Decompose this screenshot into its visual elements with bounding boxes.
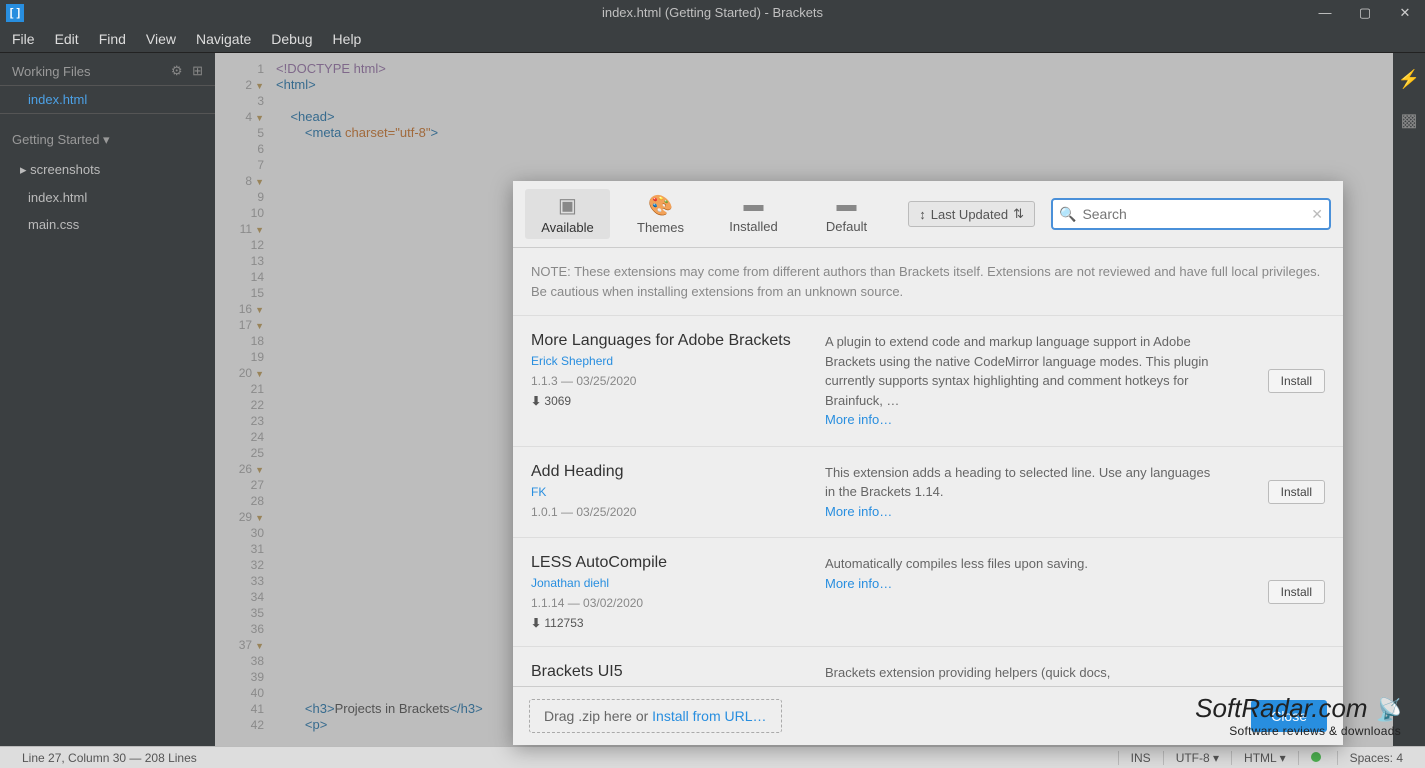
- extension-downloads: 112753: [531, 616, 811, 630]
- extension-author-link[interactable]: Jonathan diehl: [531, 576, 811, 590]
- status-language[interactable]: HTML ▾: [1231, 751, 1298, 765]
- tab-themes[interactable]: 🎨Themes: [618, 189, 703, 239]
- menu-help[interactable]: Help: [333, 31, 362, 47]
- tab-available[interactable]: ▣Available: [525, 189, 610, 239]
- app-logo-icon: [ ]: [6, 4, 24, 22]
- tab-default[interactable]: ▬Default: [804, 190, 889, 238]
- install-button[interactable]: Install: [1268, 580, 1325, 604]
- extension-row: Add Heading FK 1.0.1 — 03/25/2020 This exte…: [513, 447, 1343, 539]
- sort-button[interactable]: ↕Last Updated ⇅: [908, 201, 1035, 227]
- menu-file[interactable]: File: [12, 31, 35, 47]
- extension-description: Brackets extension providing helpers (qu…: [825, 663, 1221, 686]
- extension-description: This extension adds a heading to selecte…: [825, 463, 1221, 522]
- extension-row: More Languages for Adobe Brackets Erick S…: [513, 316, 1343, 447]
- menu-find[interactable]: Find: [99, 31, 126, 47]
- extension-manager-icon[interactable]: ▩: [1400, 110, 1417, 131]
- menu-bar: File Edit Find View Navigate Debug Help: [0, 25, 1425, 53]
- gear-icon[interactable]: ⚙: [171, 63, 183, 78]
- install-button[interactable]: Install: [1268, 480, 1325, 504]
- sort-icon: ↕: [919, 207, 926, 222]
- close-icon[interactable]: ✕: [1385, 5, 1425, 21]
- search-input[interactable]: [1082, 206, 1311, 222]
- extension-downloads: 3069: [531, 394, 811, 408]
- search-wrap[interactable]: 🔍 ✕: [1051, 198, 1331, 230]
- more-info-link[interactable]: More info…: [825, 504, 892, 519]
- lint-ok-icon: [1311, 752, 1321, 762]
- cursor-position[interactable]: Line 27, Column 30 — 208 Lines: [10, 751, 209, 765]
- drag-zone[interactable]: Drag .zip here or Install from URL…: [529, 699, 782, 733]
- extension-title: Add Heading: [531, 463, 811, 481]
- tab-installed[interactable]: ▬Installed: [711, 190, 796, 238]
- install-url-link[interactable]: Install from URL…: [652, 708, 766, 724]
- split-icon[interactable]: ⊞: [192, 63, 203, 78]
- palette-icon: 🎨: [618, 193, 703, 218]
- extension-row: Brackets UI5 Brackets extension providing…: [513, 647, 1343, 686]
- status-ins[interactable]: INS: [1118, 751, 1163, 765]
- watermark: SoftRadar.com📡 Software reviews & downlo…: [1195, 693, 1401, 738]
- extension-meta: 1.1.3 — 03/25/2020: [531, 374, 811, 388]
- minimize-icon[interactable]: —: [1305, 5, 1345, 21]
- extensions-note: NOTE: These extensions may come from dif…: [513, 248, 1343, 316]
- status-bar: Line 27, Column 30 — 208 Lines INS UTF-8…: [0, 746, 1425, 768]
- editor[interactable]: 1234567891011121314151617181920212223242…: [215, 53, 1393, 746]
- tree-file-main[interactable]: main.css: [0, 211, 215, 238]
- tree-folder[interactable]: ▸ screenshots: [0, 156, 215, 184]
- extension-title: LESS AutoCompile: [531, 554, 811, 572]
- status-spaces[interactable]: Spaces: 4: [1337, 751, 1415, 765]
- menu-view[interactable]: View: [146, 31, 176, 47]
- extension-manager-modal: ▣Available 🎨Themes ▬Installed ▬Default ↕…: [513, 181, 1343, 745]
- extension-meta: 1.1.14 — 03/02/2020: [531, 596, 811, 610]
- working-files-header: Working Files: [12, 64, 91, 79]
- folder-icon: ▬: [804, 194, 889, 217]
- extension-author-link[interactable]: Erick Shepherd: [531, 354, 811, 368]
- right-rail: ⚡ ▩: [1393, 53, 1425, 746]
- menu-edit[interactable]: Edit: [55, 31, 79, 47]
- extension-list: More Languages for Adobe Brackets Erick S…: [513, 316, 1343, 686]
- live-preview-icon[interactable]: ⚡: [1398, 69, 1420, 90]
- maximize-icon[interactable]: ▢: [1345, 5, 1385, 21]
- title-bar: [ ] index.html (Getting Started) - Brack…: [0, 0, 1425, 25]
- sidebar: Working Files ⚙ ⊞ index.html Getting Sta…: [0, 53, 215, 746]
- working-file-item[interactable]: index.html: [0, 85, 215, 114]
- extension-title: Brackets UI5: [531, 663, 811, 681]
- status-linting[interactable]: [1298, 751, 1337, 765]
- more-info-link[interactable]: More info…: [825, 412, 892, 427]
- menu-navigate[interactable]: Navigate: [196, 31, 251, 47]
- extension-row: LESS AutoCompile Jonathan diehl 1.1.14 — 0…: [513, 538, 1343, 647]
- extension-meta: 1.0.1 — 03/25/2020: [531, 505, 811, 519]
- extension-description: A plugin to extend code and markup langu…: [825, 332, 1221, 430]
- install-button[interactable]: Install: [1268, 369, 1325, 393]
- status-encoding[interactable]: UTF-8 ▾: [1163, 751, 1231, 765]
- extension-title: More Languages for Adobe Brackets: [531, 332, 811, 350]
- clear-search-icon[interactable]: ✕: [1311, 206, 1323, 223]
- more-info-link[interactable]: More info…: [825, 576, 892, 591]
- extension-author-link[interactable]: FK: [531, 485, 811, 499]
- tree-file-index[interactable]: index.html: [0, 184, 215, 211]
- project-header[interactable]: Getting Started ▾: [0, 114, 215, 156]
- chevron-updown-icon: ⇅: [1013, 206, 1024, 222]
- search-icon: 🔍: [1059, 206, 1076, 223]
- satellite-icon: 📡: [1374, 697, 1401, 723]
- plus-box-icon: ▣: [525, 193, 610, 218]
- window-title: index.html (Getting Started) - Brackets: [602, 5, 823, 20]
- extension-description: Automatically compiles less files upon s…: [825, 554, 1221, 630]
- inbox-icon: ▬: [711, 194, 796, 217]
- menu-debug[interactable]: Debug: [271, 31, 312, 47]
